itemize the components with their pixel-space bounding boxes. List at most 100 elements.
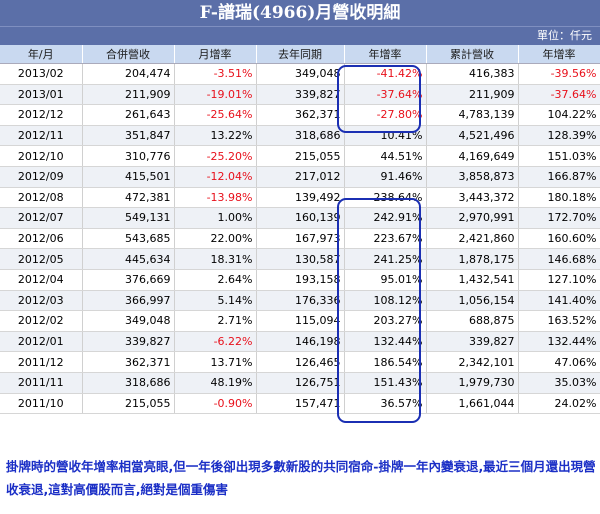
cell-cumulative-yoy: 151.03%: [518, 145, 600, 167]
cell-yoy: 186.54%: [344, 351, 427, 373]
cell-revenue: 351,847: [82, 125, 175, 147]
cell-month: 2013/02: [0, 63, 83, 85]
cell-cumulative-yoy: 166.87%: [518, 166, 600, 188]
cell-yoy: 10.41%: [344, 125, 427, 147]
cell-last-year: 193,158: [256, 269, 345, 291]
col-header-cumulative-yoy: 年增率: [518, 45, 600, 64]
cell-yoy: 36.57%: [344, 393, 427, 415]
table-row: 2012/07 549,131 1.00% 160,139 242.91% 2,970,9…: [0, 207, 600, 229]
table-row: 2011/12 362,371 13.71% 126,465 186.54% 2,342,…: [0, 351, 600, 373]
cell-revenue: 366,997: [82, 290, 175, 312]
cell-cumulative-yoy: -37.64%: [518, 84, 600, 106]
cell-month: 2011/12: [0, 351, 83, 373]
cell-month: 2013/01: [0, 84, 83, 106]
cell-cumulative: 339,827: [426, 331, 519, 353]
cell-mom: 13.22%: [174, 125, 257, 147]
table-row: 2012/06 543,685 22.00% 167,973 223.67% 2,421,…: [0, 228, 600, 250]
cell-last-year: 167,973: [256, 228, 345, 250]
cell-cumulative-yoy: 128.39%: [518, 125, 600, 147]
cell-last-year: 126,465: [256, 351, 345, 373]
col-header-revenue: 合併營收: [82, 45, 175, 64]
table-row: 2012/10 310,776 -25.20% 215,055 44.51% 4,169,…: [0, 145, 600, 167]
cell-last-year: 160,139: [256, 207, 345, 229]
cell-yoy: 132.44%: [344, 331, 427, 353]
cell-mom: -6.22%: [174, 331, 257, 353]
cell-mom: -13.98%: [174, 187, 257, 209]
cell-last-year: 176,336: [256, 290, 345, 312]
cell-last-year: 217,012: [256, 166, 345, 188]
cell-yoy: 241.25%: [344, 248, 427, 270]
cell-month: 2012/05: [0, 248, 83, 270]
col-header-cumulative: 累計營收: [426, 45, 519, 64]
cell-mom: 2.64%: [174, 269, 257, 291]
cell-month: 2012/06: [0, 228, 83, 250]
cell-month: 2012/09: [0, 166, 83, 188]
revenue-table: 年/月 合併營收 月增率 去年同期 年增率 累計營收 年增率 2013/02 20…: [0, 45, 600, 415]
table-row: 2012/02 349,048 2.71% 115,094 203.27% 688,875…: [0, 310, 600, 332]
cell-cumulative: 211,909: [426, 84, 519, 106]
cell-yoy: 223.67%: [344, 228, 427, 250]
table-row: 2012/11 351,847 13.22% 318,686 10.41% 4,521,4…: [0, 125, 600, 147]
cell-mom: 2.71%: [174, 310, 257, 332]
cell-mom: 13.71%: [174, 351, 257, 373]
cell-cumulative-yoy: 47.06%: [518, 351, 600, 373]
cell-yoy: -41.42%: [344, 63, 427, 85]
cell-revenue: 215,055: [82, 393, 175, 415]
cell-yoy: 203.27%: [344, 310, 427, 332]
cell-last-year: 130,587: [256, 248, 345, 270]
cell-cumulative: 688,875: [426, 310, 519, 332]
cell-cumulative-yoy: 35.03%: [518, 372, 600, 394]
table-row: 2012/01 339,827 -6.22% 146,198 132.44% 339,82…: [0, 331, 600, 353]
cell-cumulative: 4,783,139: [426, 104, 519, 126]
cell-month: 2012/07: [0, 207, 83, 229]
cell-last-year: 362,371: [256, 104, 345, 126]
col-header-last-year: 去年同期: [256, 45, 345, 64]
col-header-month: 年/月: [0, 45, 83, 64]
cell-cumulative: 1,432,541: [426, 269, 519, 291]
cell-mom: -12.04%: [174, 166, 257, 188]
cell-cumulative: 416,383: [426, 63, 519, 85]
cell-month: 2012/01: [0, 331, 83, 353]
cell-cumulative-yoy: 104.22%: [518, 104, 600, 126]
cell-cumulative-yoy: 132.44%: [518, 331, 600, 353]
cell-revenue: 472,381: [82, 187, 175, 209]
col-header-mom: 月增率: [174, 45, 257, 64]
cell-last-year: 318,686: [256, 125, 345, 147]
cell-yoy: -37.64%: [344, 84, 427, 106]
cell-revenue: 204,474: [82, 63, 175, 85]
cell-mom: 48.19%: [174, 372, 257, 394]
cell-cumulative: 4,521,496: [426, 125, 519, 147]
cell-mom: -25.64%: [174, 104, 257, 126]
cell-cumulative-yoy: 180.18%: [518, 187, 600, 209]
cell-revenue: 445,634: [82, 248, 175, 270]
cell-cumulative-yoy: 172.70%: [518, 207, 600, 229]
cell-cumulative-yoy: 141.40%: [518, 290, 600, 312]
cell-cumulative-yoy: 146.68%: [518, 248, 600, 270]
cell-cumulative: 1,056,154: [426, 290, 519, 312]
cell-month: 2012/02: [0, 310, 83, 332]
cell-month: 2011/10: [0, 393, 83, 415]
cell-last-year: 139,492: [256, 187, 345, 209]
col-header-yoy: 年增率: [344, 45, 427, 64]
cell-revenue: 549,131: [82, 207, 175, 229]
table-row: 2012/12 261,643 -25.64% 362,371 -27.80% 4,783…: [0, 104, 600, 126]
cell-mom: 22.00%: [174, 228, 257, 250]
revenue-panel: F-譜瑞(4966)月營收明細 單位：仟元 年/月 合併營收 月增率 去年同期 …: [0, 0, 600, 434]
cell-revenue: 376,669: [82, 269, 175, 291]
cell-mom: 1.00%: [174, 207, 257, 229]
cell-revenue: 543,685: [82, 228, 175, 250]
cell-cumulative: 1,661,044: [426, 393, 519, 415]
cell-mom: -25.20%: [174, 145, 257, 167]
cell-yoy: 242.91%: [344, 207, 427, 229]
cell-month: 2012/12: [0, 104, 83, 126]
table-row: 2012/05 445,634 18.31% 130,587 241.25% 1,878,…: [0, 248, 600, 270]
table-row: 2012/03 366,997 5.14% 176,336 108.12% 1,056,1…: [0, 290, 600, 312]
cell-cumulative: 2,342,101: [426, 351, 519, 373]
cell-mom: -3.51%: [174, 63, 257, 85]
cell-last-year: 115,094: [256, 310, 345, 332]
cell-revenue: 349,048: [82, 310, 175, 332]
table-body: 2013/02 204,474 -3.51% 349,048 -41.42% 416,38…: [0, 63, 600, 415]
table-header-row: 年/月 合併營收 月增率 去年同期 年增率 累計營收 年增率: [0, 45, 600, 64]
cell-last-year: 126,751: [256, 372, 345, 394]
cell-cumulative: 3,443,372: [426, 187, 519, 209]
